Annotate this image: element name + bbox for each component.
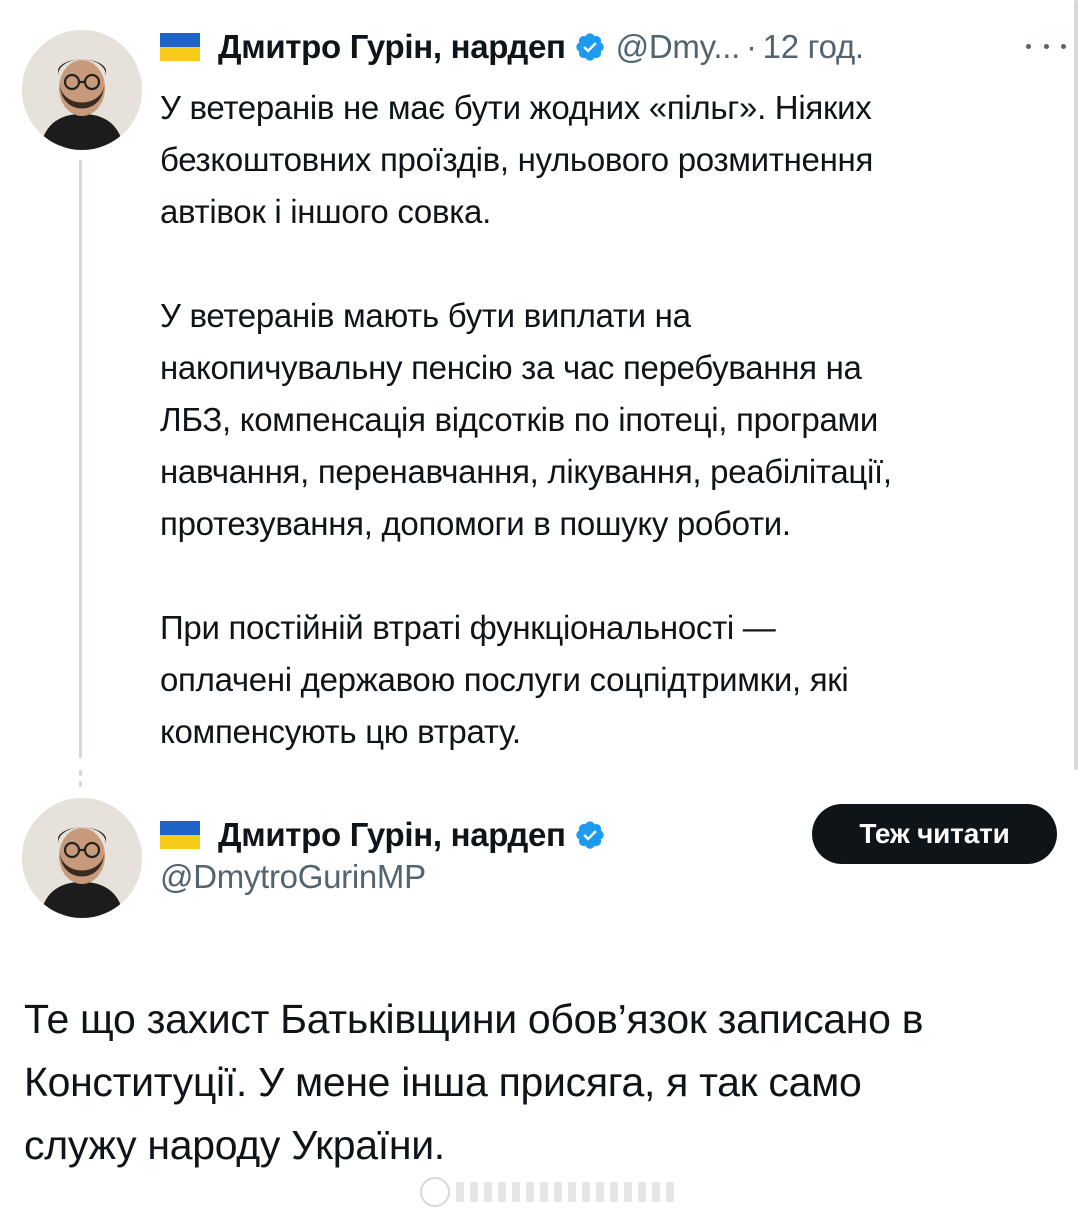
text-line: Конституції. У мене інша присяга, я так … — [24, 1059, 862, 1105]
ukraine-flag-icon — [160, 821, 200, 849]
text-line: оплачені державою послуги соцпідтримки, … — [160, 661, 849, 698]
quoted-header: Дмитро Гурін, нардеп — [160, 816, 606, 854]
text-line: У ветеранів мають бути виплати на — [160, 297, 691, 334]
quoted-author-name[interactable]: Дмитро Гурін, нардеп — [218, 816, 566, 854]
author-avatar[interactable] — [22, 30, 142, 150]
avatar-image — [22, 798, 142, 918]
post-paragraph: У ветеранів не має бути жодних «пільг». … — [160, 82, 1070, 238]
text-line: автівок і іншого совка. — [160, 193, 491, 230]
watermark-logo-icon — [420, 1177, 450, 1207]
quoted-author-avatar[interactable] — [22, 798, 142, 918]
post-header: Дмитро Гурін, нардеп @Dmy... · 12 год. — [160, 28, 864, 66]
quoted-author-handle[interactable]: @DmytroGurinMP — [160, 858, 426, 896]
post-paragraph: У ветеранів мають бути виплати на накопи… — [160, 290, 1070, 550]
text-line: протезування, допомоги в пошуку роботи. — [160, 505, 791, 542]
thread-connector-line — [79, 160, 82, 758]
follow-button[interactable]: Теж читати — [812, 804, 1057, 864]
quoted-body: Те що захист Батьківщини обов’язок запис… — [24, 988, 1064, 1177]
avatar-image — [22, 30, 142, 150]
post-timestamp[interactable]: 12 год. — [763, 28, 864, 66]
text-line: Те що захист Батьківщини обов’язок запис… — [24, 996, 924, 1042]
text-line: У ветеранів не має бути жодних «пільг». … — [160, 89, 872, 126]
more-options-icon[interactable] — [1026, 36, 1066, 56]
verified-badge-icon[interactable] — [574, 819, 606, 851]
text-line: безкоштовних проїздів, нульового розмитн… — [160, 141, 874, 178]
text-line: ЛБЗ, компенсація відсотків по іпотеці, п… — [160, 401, 879, 438]
author-handle[interactable]: @Dmy... — [616, 28, 741, 66]
post-paragraph: При постійній втраті функціональності — … — [160, 602, 1070, 758]
text-line: компенсують цю втрату. — [160, 713, 521, 750]
text-line: накопичувальну пенсію за час перебування… — [160, 349, 862, 386]
meta-separator: · — [745, 28, 757, 65]
text-line: служу народу України. — [24, 1122, 445, 1168]
verified-badge-icon[interactable] — [574, 31, 606, 63]
thread-connector-dot — [79, 770, 82, 776]
post-body: У ветеранів не має бути жодних «пільг». … — [160, 82, 1070, 758]
ukraine-flag-icon — [160, 33, 200, 61]
watermark — [420, 1177, 674, 1207]
thread-connector-dot — [79, 781, 82, 787]
author-name[interactable]: Дмитро Гурін, нардеп — [218, 28, 566, 66]
text-line: навчання, перенавчання, лікування, реабі… — [160, 453, 892, 490]
scrollbar[interactable] — [1074, 0, 1078, 770]
text-line: При постійній втраті функціональності — — [160, 609, 776, 646]
